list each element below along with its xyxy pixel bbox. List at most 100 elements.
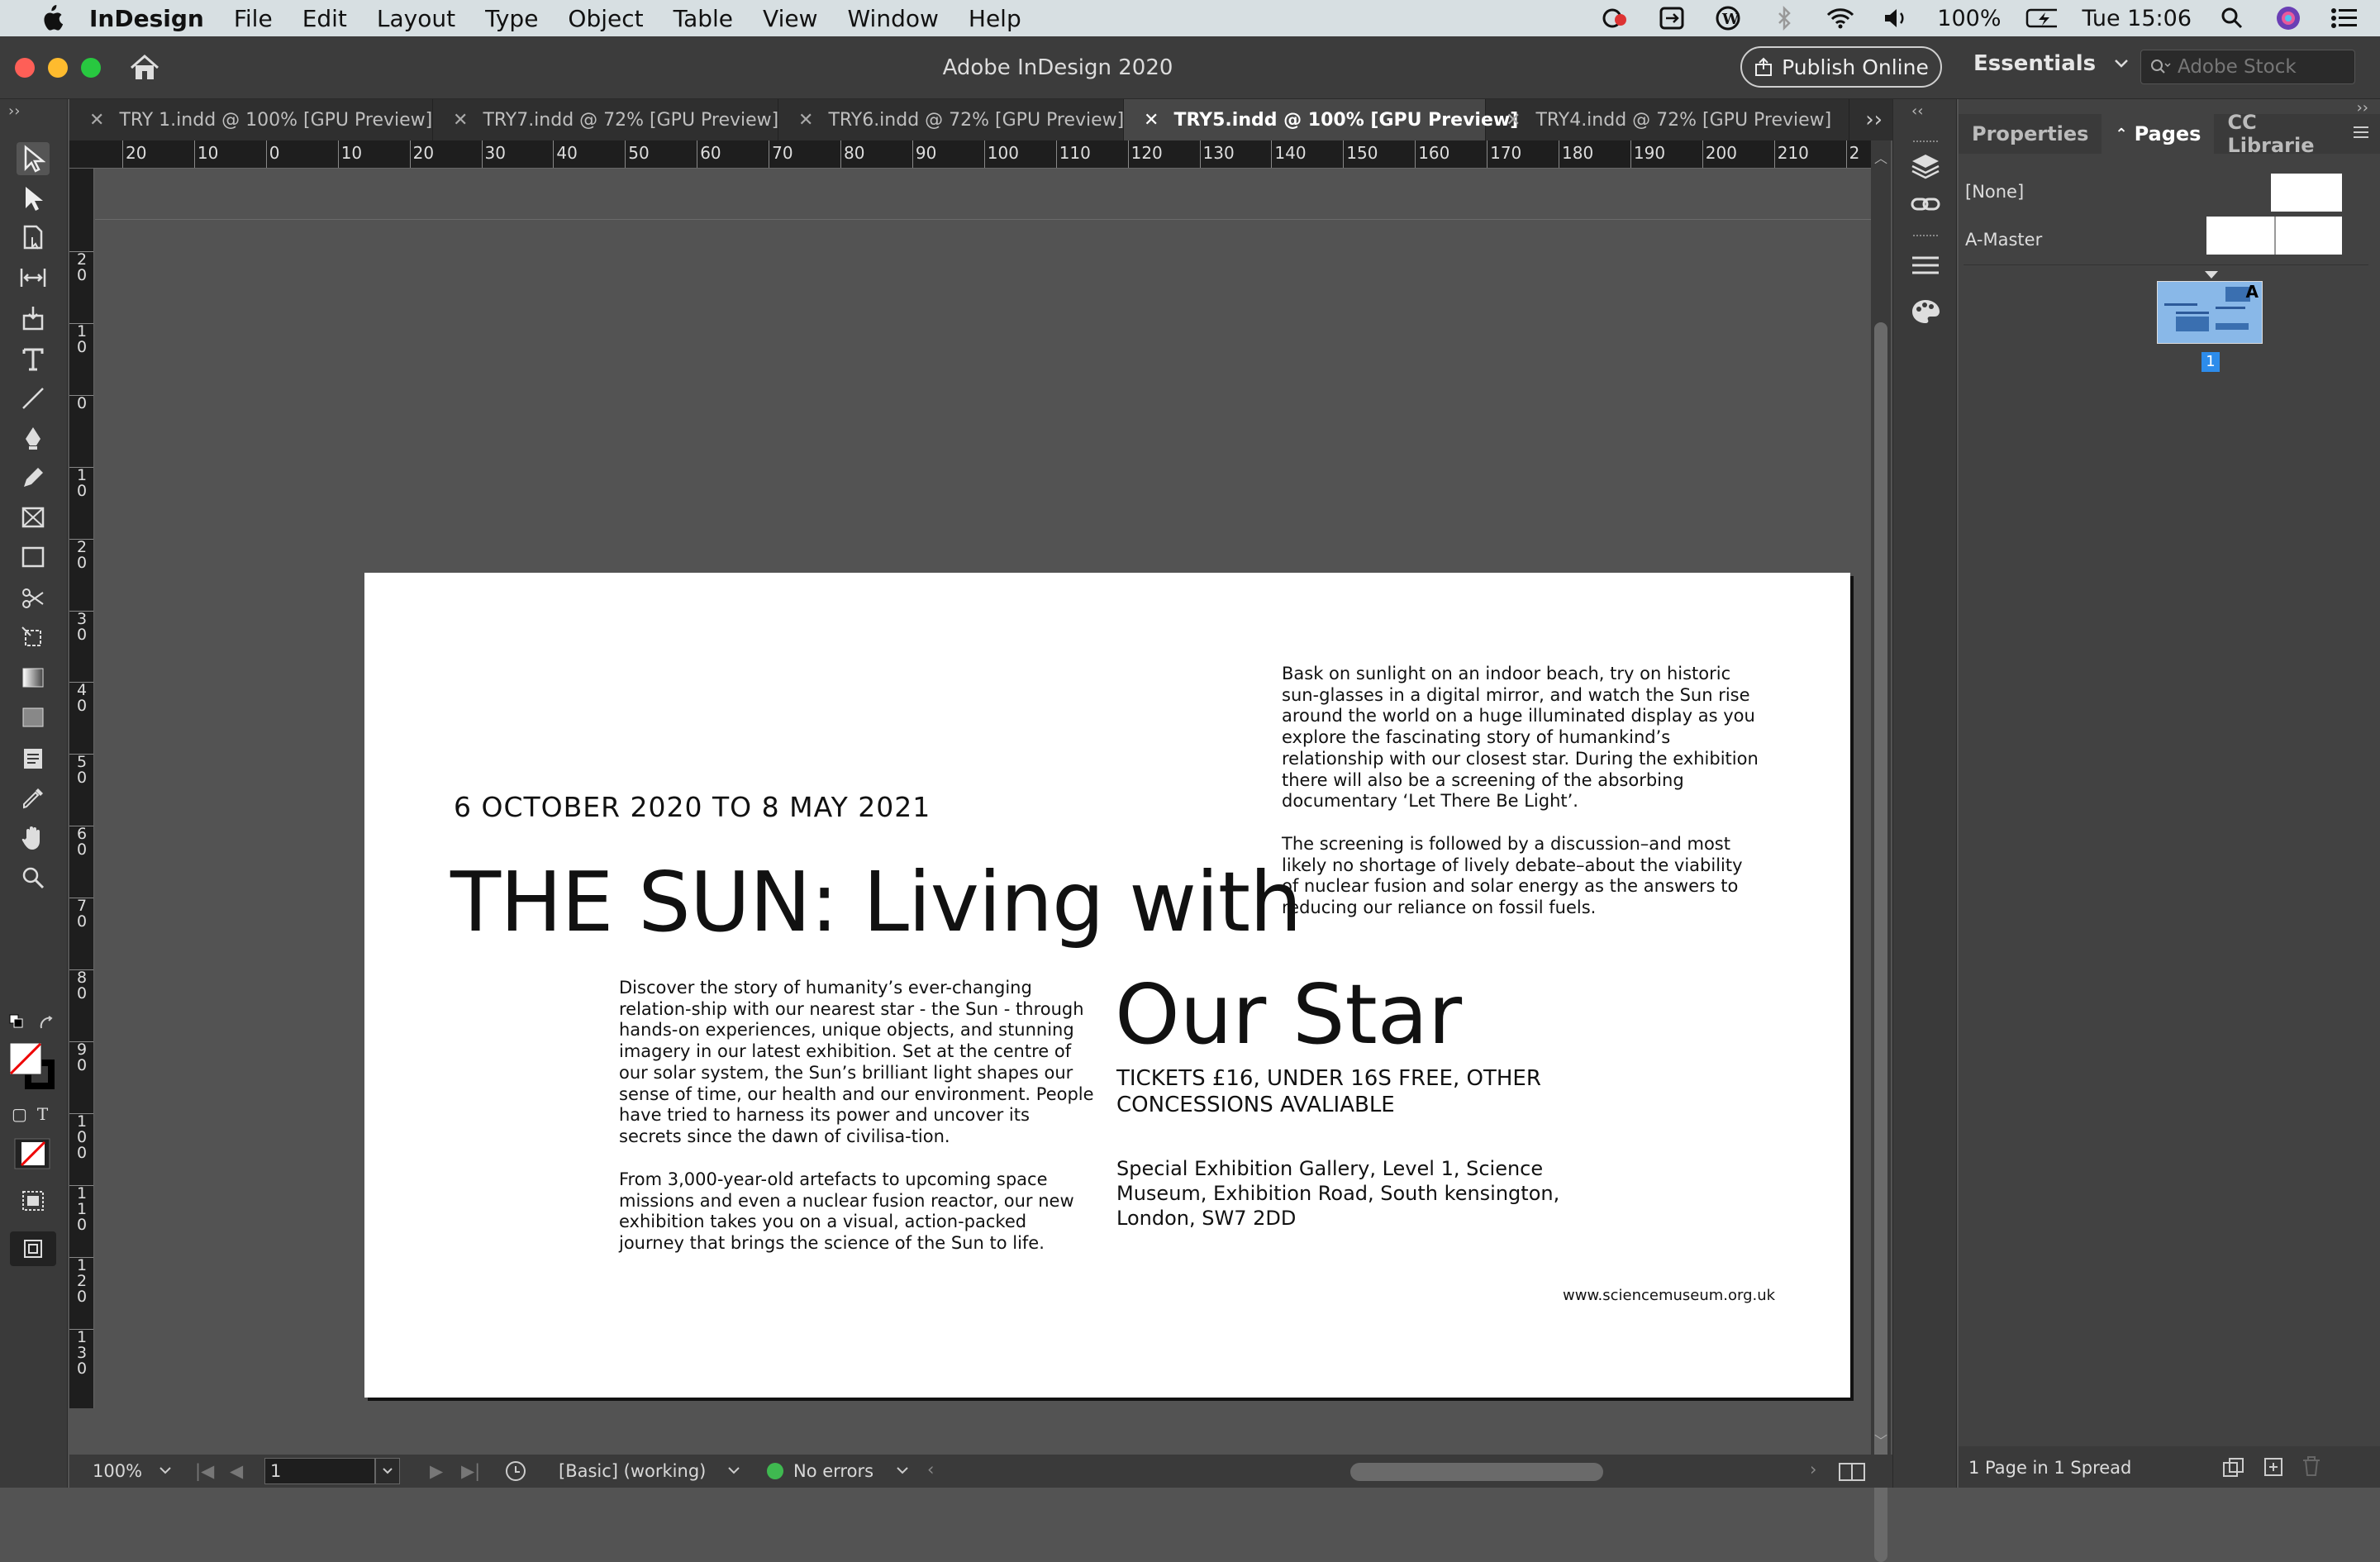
line-tool-icon[interactable] (17, 382, 50, 415)
eyedropper-tool-icon[interactable] (17, 782, 50, 815)
menu-help[interactable]: Help (969, 5, 1021, 32)
pasteboard[interactable]: 6 OCTOBER 2020 TO 8 MAY 2021 THE SUN: Li… (95, 169, 1872, 1409)
swatches-icon[interactable] (1910, 298, 1941, 329)
wifi-icon[interactable] (1825, 6, 1856, 31)
zoom-level[interactable]: 100% (93, 1461, 142, 1481)
vertical-scrollbar[interactable]: ︿ ﹀ (1871, 140, 1891, 1562)
workspace-switcher[interactable]: Essentials (1973, 51, 2129, 76)
siri-icon[interactable] (2273, 6, 2304, 31)
page-1-thumbnail[interactable]: A (2157, 281, 2263, 344)
close-tab-icon[interactable]: ✕ (453, 110, 468, 131)
clock[interactable]: Tue 15:06 (2082, 6, 2192, 31)
swap-fill-stroke-icon[interactable] (38, 1015, 56, 1036)
links-icon[interactable] (1910, 192, 1941, 220)
hand-tool-icon[interactable] (17, 821, 50, 855)
home-icon[interactable] (129, 53, 160, 86)
menu-layout[interactable]: Layout (377, 5, 455, 32)
edit-page-size-icon[interactable] (2221, 1456, 2246, 1478)
intro-paragraph-2[interactable]: From 3,000-year-old artefacts to upcomin… (619, 1169, 1097, 1255)
pencil-tool-icon[interactable] (17, 461, 50, 494)
chevron-down-icon[interactable] (159, 1466, 172, 1476)
menu-window[interactable]: Window (847, 5, 938, 32)
close-tab-icon[interactable]: ✕ (798, 110, 813, 131)
notification-center-icon[interactable] (2329, 6, 2360, 31)
master-none-thumbnail[interactable] (2271, 174, 2342, 212)
panel-menu-icon[interactable] (2352, 125, 2370, 143)
selection-tool-icon[interactable] (17, 142, 50, 175)
document-tab[interactable]: ✕ TRY6.indd @ 72% [GPU Preview] (778, 99, 1124, 140)
preflight-status[interactable]: No errors (793, 1461, 873, 1481)
zoom-window-button[interactable] (81, 58, 101, 78)
tab-properties[interactable]: Properties (1959, 114, 2102, 154)
chevron-down-icon[interactable] (727, 1466, 740, 1476)
menu-view[interactable]: View (763, 5, 817, 32)
document-tab[interactable]: ✕ TRY7.indd @ 72% [GPU Preview] (433, 99, 778, 140)
menu-type[interactable]: Type (485, 5, 538, 32)
direct-selection-tool-icon[interactable] (17, 182, 50, 215)
page-number-badge[interactable]: 1 (2202, 352, 2220, 372)
a-master-row[interactable]: A-Master (1965, 213, 2370, 255)
close-window-button[interactable] (15, 58, 35, 78)
document-tab[interactable]: ✕ TRY4.indd @ 72% [GPU Preview] (1486, 99, 1849, 140)
date-line[interactable]: 6 OCTOBER 2020 TO 8 MAY 2021 (454, 791, 931, 823)
page-tool-icon[interactable] (17, 221, 50, 255)
vertical-ruler[interactable]: 20100102030405060708090100110120130 (69, 169, 94, 1408)
preflight-profile[interactable]: [Basic] (working) (559, 1461, 706, 1481)
close-tab-icon[interactable]: ✕ (1506, 110, 1521, 131)
side-paragraph-2[interactable]: The screening is followed by a discussio… (1282, 834, 1761, 919)
screen-mode-icon[interactable] (18, 1187, 48, 1218)
scroll-up-icon[interactable]: ︿ (1874, 147, 1887, 167)
scroll-left-icon[interactable]: ‹ (927, 1460, 934, 1479)
type-tool-icon[interactable] (17, 342, 50, 375)
rectangle-frame-tool-icon[interactable] (17, 501, 50, 534)
document-tab-active[interactable]: ✕ TRY5.indd @ 100% [GPU Preview] (1124, 99, 1518, 140)
content-collector-tool-icon[interactable] (17, 301, 50, 334)
stroke-icon[interactable] (1910, 253, 1941, 281)
master-none-row[interactable]: [None] (1965, 174, 2370, 213)
default-fill-stroke-icon[interactable] (8, 1013, 25, 1033)
tickets-text[interactable]: TICKETS £16, UNDER 16S FREE, OTHER CONCE… (1116, 1065, 1546, 1118)
fill-stroke-swatch[interactable] (8, 1041, 58, 1096)
page-number-field[interactable]: 1 (264, 1458, 375, 1484)
horizontal-scroll-thumb[interactable] (1350, 1463, 1603, 1481)
document-tab[interactable]: ✕ TRY 1.indd @ 100% [GPU Preview] (69, 99, 433, 140)
menu-edit[interactable]: Edit (302, 5, 347, 32)
gradient-swatch-tool-icon[interactable] (17, 661, 50, 694)
menu-app-name[interactable]: InDesign (89, 5, 204, 32)
preview-mode-icon[interactable] (10, 1231, 56, 1266)
scissors-tool-icon[interactable] (17, 582, 50, 615)
close-tab-icon[interactable]: ✕ (89, 110, 104, 131)
wordpress-icon[interactable]: W (1712, 6, 1744, 31)
next-page-icon[interactable]: ▶ (430, 1461, 443, 1481)
zoom-tool-icon[interactable] (17, 861, 50, 894)
free-transform-tool-icon[interactable] (17, 621, 50, 655)
more-tabs-icon[interactable]: ›› (1865, 107, 1883, 132)
vertical-scroll-thumb[interactable] (1874, 322, 1887, 1562)
close-tab-icon[interactable]: ✕ (1144, 110, 1159, 131)
pen-tool-icon[interactable] (17, 421, 50, 455)
gradient-feather-tool-icon[interactable] (17, 701, 50, 734)
formatting-container-text-icons[interactable]: ▢ T (12, 1104, 48, 1124)
volume-icon[interactable] (1881, 6, 1912, 31)
page-menu-button[interactable] (375, 1458, 400, 1484)
first-page-icon[interactable]: |◀ (195, 1461, 214, 1481)
document-page[interactable]: 6 OCTOBER 2020 TO 8 MAY 2021 THE SUN: Li… (364, 573, 1850, 1398)
delete-page-icon[interactable] (2301, 1455, 2322, 1478)
a-master-thumbnail[interactable] (2206, 217, 2342, 255)
last-page-icon[interactable]: ▶| (461, 1461, 480, 1481)
apply-none-icon[interactable] (13, 1137, 51, 1174)
rectangle-tool-icon[interactable] (17, 541, 50, 574)
tab-cc-libraries[interactable]: CC Librarie (2214, 111, 2352, 157)
collapse-panel-icon[interactable]: ‹‹ (1911, 102, 1923, 120)
spotlight-search-icon[interactable] (2216, 6, 2248, 31)
headline-line-1[interactable]: THE SUN: Living with (450, 854, 1302, 950)
menu-file[interactable]: File (234, 5, 273, 32)
publish-online-button[interactable]: Publish Online (1740, 46, 1942, 88)
tab-pages[interactable]: ⌃ Pages (2102, 114, 2215, 154)
split-window-icon[interactable] (1838, 1461, 1866, 1483)
scroll-down-icon[interactable]: ﹀ (1874, 1430, 1887, 1450)
bluetooth-icon[interactable] (1768, 6, 1800, 31)
chevron-down-icon[interactable] (896, 1466, 909, 1476)
scroll-right-icon[interactable]: › (1810, 1460, 1816, 1479)
adobe-stock-search[interactable]: Adobe Stock (2140, 50, 2355, 84)
